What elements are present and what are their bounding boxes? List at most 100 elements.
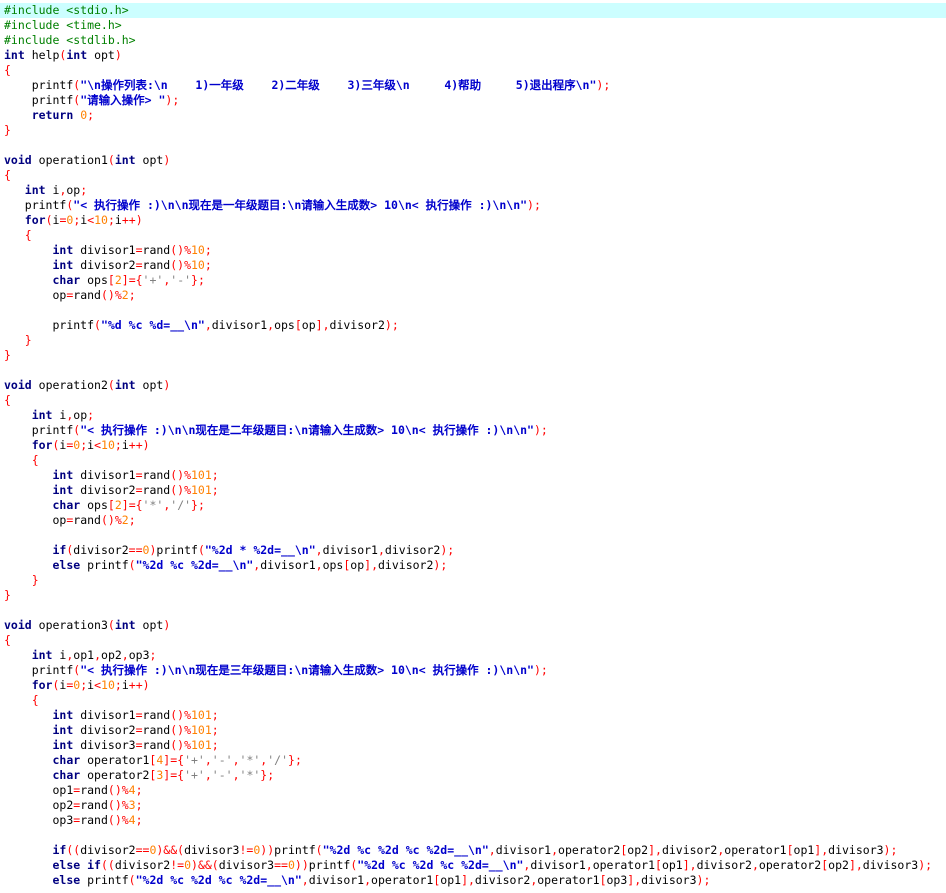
code-line[interactable]: else if((divisor2!=0)&&(divisor3==0))pri…	[0, 858, 946, 873]
code-line[interactable]: else printf("%2d %c %2d=__\n",divisor1,o…	[0, 558, 946, 573]
code-line[interactable]: void operation1(int opt)	[0, 153, 946, 168]
code-line[interactable]: for(i=0;i<10;i++)	[0, 438, 946, 453]
code-token: (	[107, 153, 115, 167]
code-line[interactable]: int divisor2=rand()%10;	[0, 258, 946, 273]
code-line[interactable]: printf("< 执行操作 :)\n\n现在是三年级题目:\n请输入生成数> …	[0, 663, 946, 678]
code-line[interactable]: #include <stdlib.h>	[0, 33, 946, 48]
code-line[interactable]: }	[0, 588, 946, 603]
code-line[interactable]: }	[0, 573, 946, 588]
code-token: 101	[191, 468, 212, 482]
code-line[interactable]: int divisor1=rand()%10;	[0, 243, 946, 258]
code-editor[interactable]: #include <stdio.h> #include <time.h> #incl…	[0, 0, 946, 893]
code-line[interactable]: op=rand()%2;	[0, 513, 946, 528]
code-line[interactable]: for(i=0;i<10;i++)	[0, 678, 946, 693]
code-line[interactable]: if((divisor2==0)&&(divisor3!=0))printf("…	[0, 843, 946, 858]
code-token: (	[128, 873, 136, 887]
code-line[interactable]: printf("< 执行操作 :)\n\n现在是一年级题目:\n请输入生成数> …	[0, 198, 946, 213]
code-line[interactable]: op=rand()%2;	[0, 288, 946, 303]
code-line[interactable]	[0, 603, 946, 618]
code-token: (	[128, 558, 136, 572]
code-line[interactable]: }	[0, 348, 946, 363]
code-line[interactable]	[0, 303, 946, 318]
code-token: op1	[793, 843, 815, 857]
code-token: ops	[87, 273, 108, 287]
code-line[interactable]: int divisor1=rand()%101;	[0, 708, 946, 723]
code-line[interactable]: int divisor2=rand()%101;	[0, 723, 946, 738]
code-line[interactable]: {	[0, 393, 946, 408]
code-line[interactable]: #include <time.h>	[0, 18, 946, 33]
code-token: rand	[142, 738, 171, 752]
code-line[interactable]: {	[0, 63, 946, 78]
code-line[interactable]	[0, 528, 946, 543]
code-line[interactable]: {	[0, 693, 946, 708]
code-line[interactable]: op2=rand()%3;	[0, 798, 946, 813]
code-line[interactable]: int divisor2=rand()%101;	[0, 483, 946, 498]
code-token: ],	[648, 843, 662, 857]
code-token: );	[918, 858, 933, 872]
code-token: op2	[52, 798, 74, 812]
code-token: '+'	[184, 768, 205, 782]
code-line[interactable]: printf("%d %c %d=__\n",divisor1,ops[op],…	[0, 318, 946, 333]
code-token: op	[301, 318, 316, 332]
code-token: ,	[204, 318, 212, 332]
code-token: ;	[114, 678, 122, 692]
code-token: );	[440, 543, 455, 557]
code-line[interactable]: int divisor3=rand()%101;	[0, 738, 946, 753]
code-token: ;	[211, 708, 219, 722]
code-line[interactable]: printf("< 执行操作 :)\n\n现在是二年级题目:\n请输入生成数> …	[0, 423, 946, 438]
code-token: operation1	[38, 153, 108, 167]
code-token: operation2	[38, 378, 108, 392]
code-token: else	[52, 873, 81, 887]
code-line[interactable]: op3=rand()%4;	[0, 813, 946, 828]
code-token: operator2	[758, 858, 822, 872]
code-token: divisor1	[308, 873, 365, 887]
code-line[interactable]: printf("\n操作列表:\n 1)一年级 2)二年级 3)三年级\n 4)…	[0, 78, 946, 93]
code-line[interactable]: op1=rand()%4;	[0, 783, 946, 798]
code-line[interactable]: }	[0, 333, 946, 348]
code-token: ,	[315, 543, 323, 557]
code-token: {	[31, 453, 39, 467]
code-line[interactable]	[0, 138, 946, 153]
code-token: 2	[114, 273, 122, 287]
code-line[interactable]: char ops[2]={'*','/'};	[0, 498, 946, 513]
code-line[interactable]: else printf("%2d %c %2d %c %2d=__\n",div…	[0, 873, 946, 888]
code-token: ]={	[163, 753, 185, 767]
code-line[interactable]: char operator1[4]={'+','-','*','/'};	[0, 753, 946, 768]
code-token: ;	[149, 648, 157, 662]
code-line[interactable]: int help(int opt)	[0, 48, 946, 63]
code-token: '-'	[211, 753, 233, 767]
code-token: ()%	[170, 258, 191, 272]
code-line[interactable]: int divisor1=rand()%101;	[0, 468, 946, 483]
code-line[interactable]: void operation3(int opt)	[0, 618, 946, 633]
code-line[interactable]	[0, 828, 946, 843]
code-line[interactable]: #include <stdio.h>	[0, 3, 946, 18]
code-line[interactable]	[0, 363, 946, 378]
code-line[interactable]: return 0;	[0, 108, 946, 123]
code-line[interactable]: {	[0, 453, 946, 468]
code-line[interactable]: {	[0, 633, 946, 648]
code-token: );	[433, 558, 448, 572]
code-line[interactable]: int i,op1,op2,op3;	[0, 648, 946, 663]
code-line[interactable]: int i,op;	[0, 408, 946, 423]
code-line[interactable]: {	[0, 228, 946, 243]
code-token: op	[52, 288, 67, 302]
code-line[interactable]: {	[0, 168, 946, 183]
code-line[interactable]: int i,op;	[0, 183, 946, 198]
code-line[interactable]: printf("请输入操作> ");	[0, 93, 946, 108]
code-line[interactable]: char operator2[3]={'+','-','*'};	[0, 768, 946, 783]
code-line[interactable]: char ops[2]={'+','-'};	[0, 273, 946, 288]
code-line[interactable]: for(i=0;i<10;i++)	[0, 213, 946, 228]
code-line[interactable]: }	[0, 123, 946, 138]
code-line[interactable]: if(divisor2==0)printf("%2d * %2d=__\n",d…	[0, 543, 946, 558]
code-line[interactable]: void operation2(int opt)	[0, 378, 946, 393]
code-token: divisor1	[495, 843, 552, 857]
